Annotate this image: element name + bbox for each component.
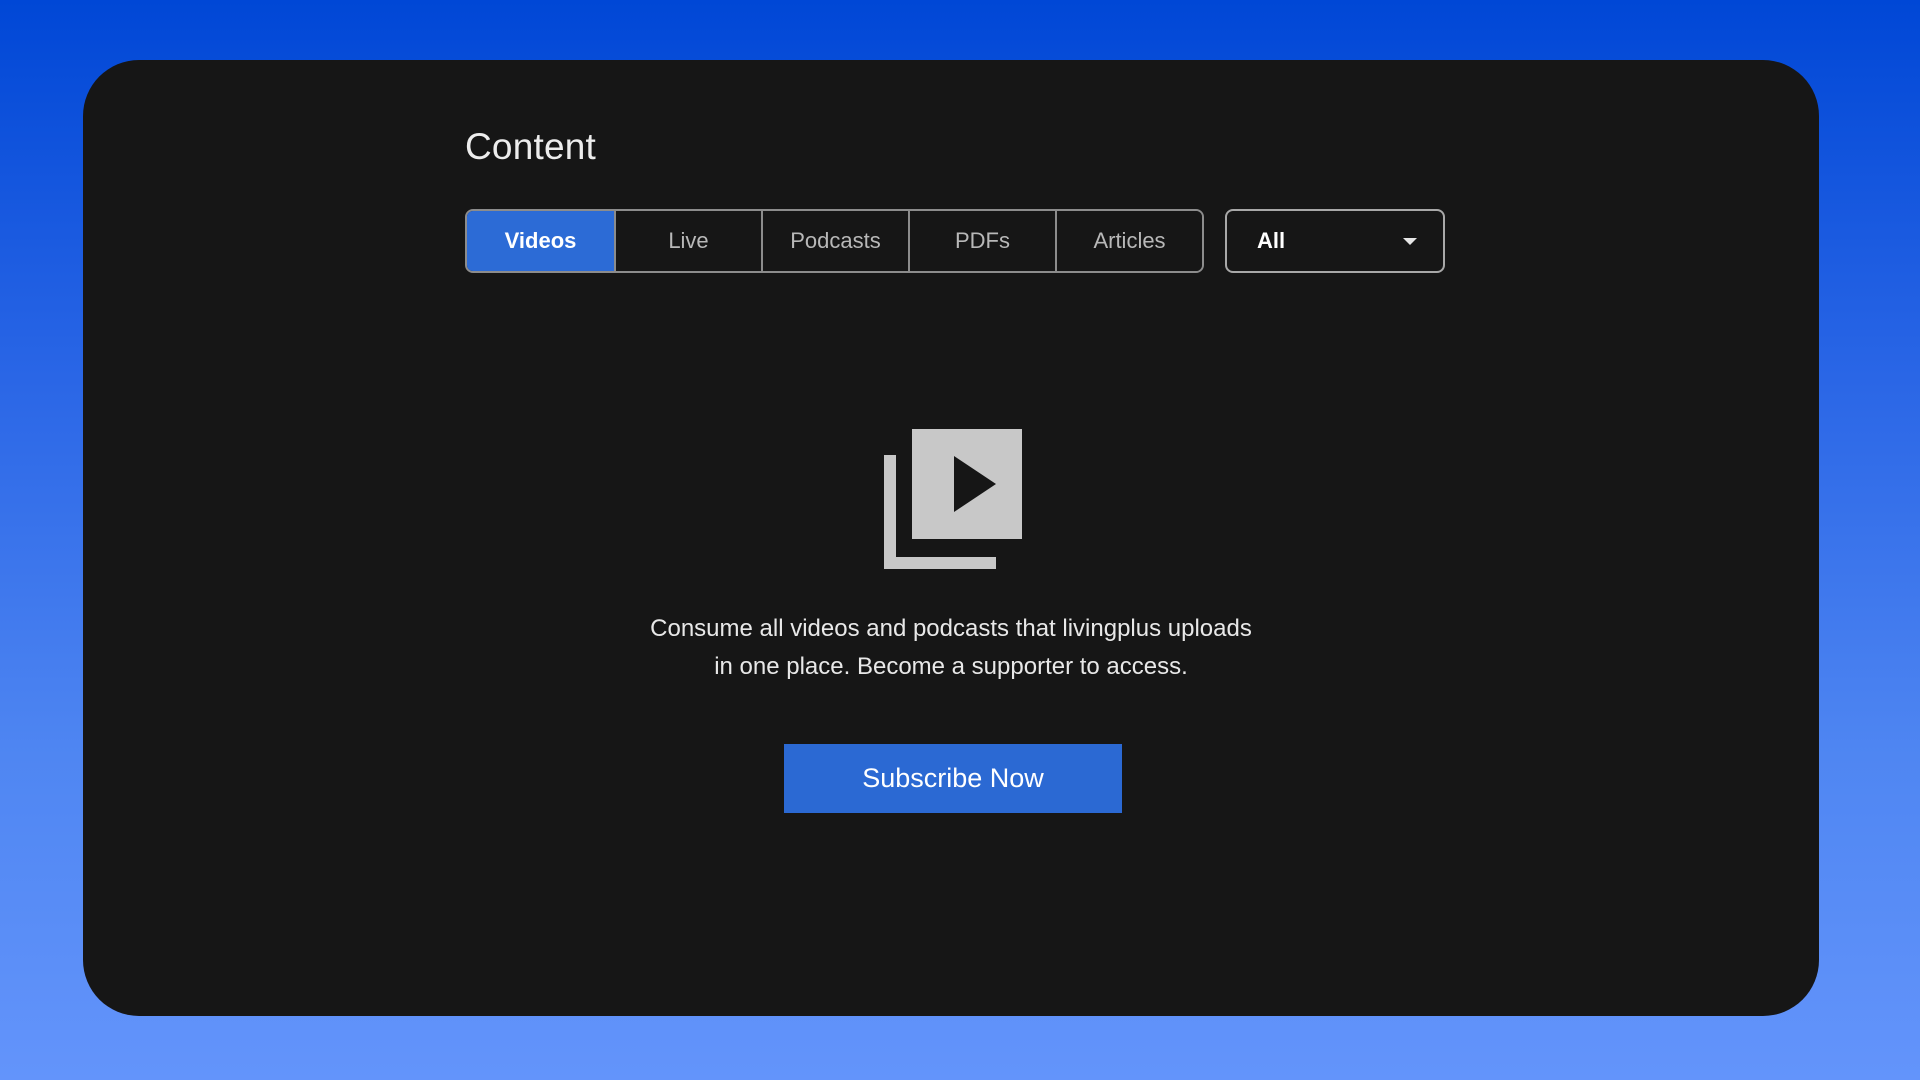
tab-podcasts[interactable]: Podcasts — [761, 211, 908, 271]
filter-dropdown[interactable]: All — [1225, 209, 1445, 273]
tab-pdfs[interactable]: PDFs — [908, 211, 1055, 271]
tab-videos[interactable]: Videos — [467, 211, 614, 271]
filter-selected-value: All — [1257, 228, 1286, 253]
empty-state-message: Consume all videos and podcasts that liv… — [83, 610, 1819, 686]
content-type-tabs: Videos Live Podcasts PDFs Articles — [465, 209, 1204, 273]
empty-state-line-2: in one place. Become a supporter to acce… — [714, 653, 1188, 680]
content-panel: Content Videos Live Podcasts PDFs Articl… — [83, 60, 1819, 1016]
video-library-icon — [884, 429, 1022, 569]
tab-articles[interactable]: Articles — [1055, 211, 1202, 271]
caret-down-icon — [1403, 237, 1417, 245]
tab-live[interactable]: Live — [614, 211, 761, 271]
page-title: Content — [465, 126, 596, 167]
subscribe-now-button[interactable]: Subscribe Now — [784, 744, 1122, 813]
empty-state-line-1: Consume all videos and podcasts that liv… — [650, 615, 1252, 642]
